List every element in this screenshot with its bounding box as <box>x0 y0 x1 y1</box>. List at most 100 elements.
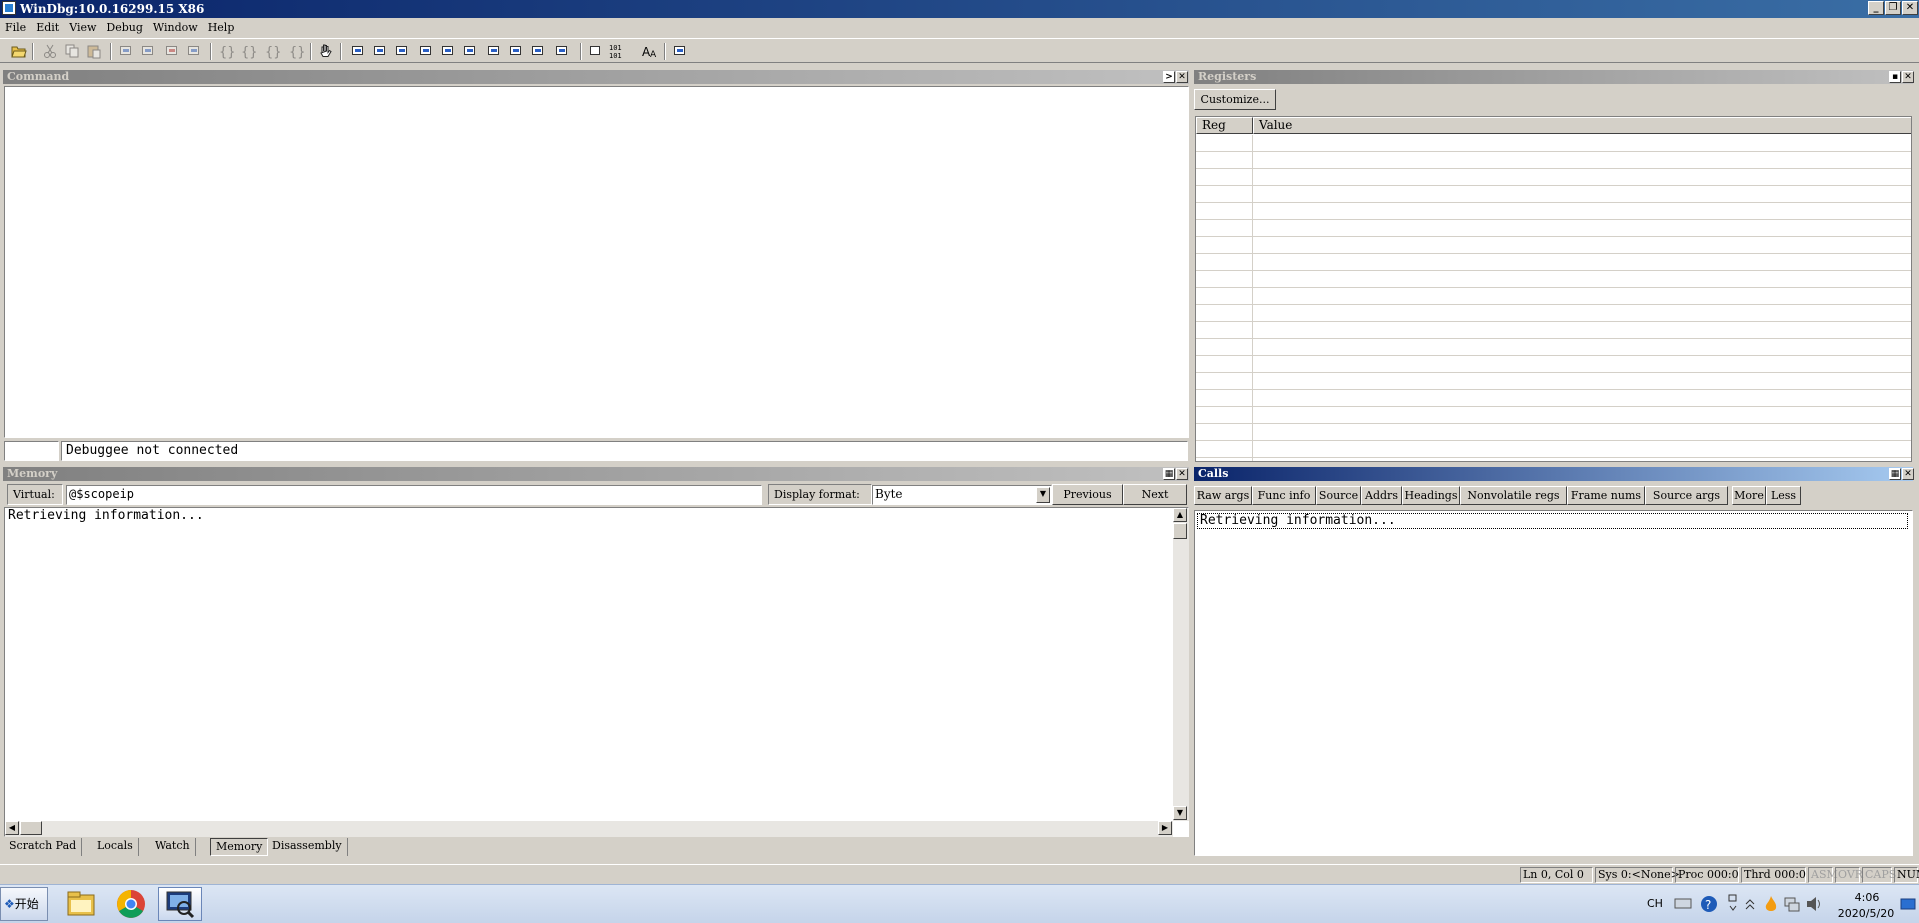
command-input[interactable]: Debuggee not connected <box>61 441 1188 461</box>
scratch-pad-icon[interactable] <box>508 43 524 59</box>
memory-horizontal-scrollbar[interactable]: ◀ ▶ <box>5 821 1173 837</box>
tab-disassembly[interactable]: Disassembly <box>267 838 348 856</box>
minimize-button[interactable]: _ <box>1868 1 1884 15</box>
display-format-select[interactable]: Byte ▼ <box>872 485 1052 505</box>
scroll-down-icon[interactable]: ▼ <box>1173 806 1187 820</box>
tab-scratch-pad[interactable]: Scratch Pad <box>4 838 83 856</box>
font-size-icon[interactable]: AA <box>642 43 658 60</box>
more-button[interactable]: More <box>1732 486 1766 505</box>
chrome-icon[interactable] <box>110 887 152 921</box>
registers-pane-close-icon[interactable]: ✕ <box>1902 71 1914 83</box>
menu-edit[interactable]: Edit <box>31 18 64 34</box>
processes-threads-icon[interactable] <box>530 43 546 59</box>
menu-debug[interactable]: Debug <box>101 18 148 34</box>
frame-nums-button[interactable]: Frame nums <box>1567 486 1645 505</box>
scroll-right-icon[interactable]: ▶ <box>1158 821 1172 835</box>
close-button[interactable]: ✕ <box>1902 1 1918 15</box>
reg-column-header[interactable]: Reg <box>1196 117 1253 134</box>
paste-icon[interactable] <box>86 43 102 59</box>
step-into-icon[interactable]: {} <box>218 43 236 60</box>
network-icon[interactable] <box>1783 895 1801 913</box>
nonvolatile-regs-button[interactable]: Nonvolatile regs <box>1460 486 1567 505</box>
next-button[interactable]: Next <box>1123 484 1187 505</box>
font-icon[interactable] <box>588 43 604 59</box>
start-button[interactable]: ❖开始 <box>0 887 48 921</box>
virtual-address-input[interactable]: @$scopeip <box>66 485 762 505</box>
menu-view[interactable]: View <box>64 18 101 34</box>
less-button[interactable]: Less <box>1766 486 1801 505</box>
go-icon[interactable] <box>118 43 134 59</box>
raw-args-button[interactable]: Raw args <box>1194 486 1252 505</box>
calls-content[interactable]: Retrieving information... <box>1194 510 1913 856</box>
windows-logo-icon: ❖ <box>4 897 15 911</box>
previous-button[interactable]: Previous <box>1052 484 1123 505</box>
chevron-up-icon[interactable] <box>1744 897 1756 911</box>
scroll-left-icon[interactable]: ◀ <box>5 821 19 835</box>
locals-window-icon[interactable] <box>394 43 410 59</box>
memory-pane-close-icon[interactable]: ✕ <box>1176 468 1188 480</box>
clock-date[interactable]: 2020/5/20 <box>1836 907 1896 920</box>
hscroll-thumb[interactable] <box>20 821 42 835</box>
memory-vertical-scrollbar[interactable]: ▲ ▼ <box>1173 508 1189 821</box>
restart-icon[interactable] <box>140 43 156 59</box>
memory-content[interactable]: Retrieving information... ▲ ▼ ◀ ▶ <box>4 507 1189 837</box>
disassembly-window-icon[interactable] <box>486 43 502 59</box>
step-out-icon[interactable]: {} <box>264 43 282 60</box>
func-info-button[interactable]: Func info <box>1252 486 1316 505</box>
call-stack-window-icon[interactable] <box>462 43 478 59</box>
memory-window-icon[interactable] <box>440 43 456 59</box>
source-button[interactable]: Source <box>1316 486 1361 505</box>
run-to-cursor-icon[interactable]: {} <box>288 43 306 60</box>
tab-watch[interactable]: Watch <box>150 838 196 856</box>
headings-button[interactable]: Headings <box>1402 486 1460 505</box>
step-over-icon[interactable]: {} <box>240 43 258 60</box>
registers-window-icon[interactable] <box>418 43 434 59</box>
keyboard-icon[interactable] <box>1674 895 1692 911</box>
notification-icon[interactable] <box>1900 897 1916 911</box>
source-args-button[interactable]: Source args <box>1645 486 1728 505</box>
virtual-label: Virtual: <box>7 484 63 505</box>
stop-debugging-icon[interactable] <box>164 43 180 59</box>
command-prompt-icon[interactable]: > <box>1163 71 1175 83</box>
restore-window-icon[interactable] <box>1727 893 1739 913</box>
memory-pane-menu-icon[interactable]: ▦ <box>1163 468 1175 480</box>
command-pane-close-icon[interactable]: ✕ <box>1176 71 1188 83</box>
tab-locals[interactable]: Locals <box>92 838 139 856</box>
scroll-up-icon[interactable]: ▲ <box>1173 508 1187 522</box>
tab-memory[interactable]: Memory <box>210 838 269 856</box>
menu-help[interactable]: Help <box>203 18 240 34</box>
registers-pane-menu-icon[interactable]: ▪ <box>1889 71 1901 83</box>
cut-icon[interactable] <box>42 43 58 59</box>
menu-window[interactable]: Window <box>148 18 203 34</box>
registers-grid[interactable]: Reg Value <box>1195 116 1912 462</box>
value-column-header[interactable]: Value <box>1253 117 1911 134</box>
addrs-button[interactable]: Addrs <box>1361 486 1402 505</box>
status-thread: Thrd 000:0 <box>1741 867 1806 883</box>
calls-pane-menu-icon[interactable]: ▦ <box>1889 468 1901 480</box>
calls-pane-close-icon[interactable]: ✕ <box>1902 468 1914 480</box>
menu-file[interactable]: File <box>0 18 31 34</box>
help-icon[interactable]: ? <box>1700 895 1718 913</box>
ime-indicator[interactable]: CH <box>1647 897 1663 910</box>
copy-icon[interactable] <box>64 43 80 59</box>
customize-button[interactable]: Customize... <box>1194 89 1276 110</box>
source-mode-icon[interactable] <box>554 43 570 59</box>
calls-pane-title: Calls <box>1198 467 1229 480</box>
title-bar: WinDbg:10.0.16299.15 X86 _ ❐ ✕ <box>0 0 1919 18</box>
command-window-icon[interactable] <box>350 43 366 59</box>
clock-time[interactable]: 4:06 <box>1842 891 1892 904</box>
flame-tray-icon[interactable] <box>1763 895 1779 913</box>
command-output[interactable] <box>4 86 1189 438</box>
detach-icon[interactable] <box>186 43 202 59</box>
windbg-taskbar-icon[interactable] <box>158 887 202 921</box>
options-icon[interactable] <box>672 43 688 59</box>
watch-window-icon[interactable] <box>372 43 388 59</box>
hand-icon[interactable] <box>318 43 334 59</box>
open-folder-icon[interactable] <box>11 43 27 59</box>
hex-display-icon[interactable]: 101 101 <box>608 43 630 60</box>
file-explorer-icon[interactable] <box>60 887 102 921</box>
restore-button[interactable]: ❐ <box>1885 1 1901 15</box>
volume-icon[interactable] <box>1805 895 1823 913</box>
scroll-thumb[interactable] <box>1173 523 1187 539</box>
chevron-down-icon[interactable]: ▼ <box>1036 487 1050 503</box>
